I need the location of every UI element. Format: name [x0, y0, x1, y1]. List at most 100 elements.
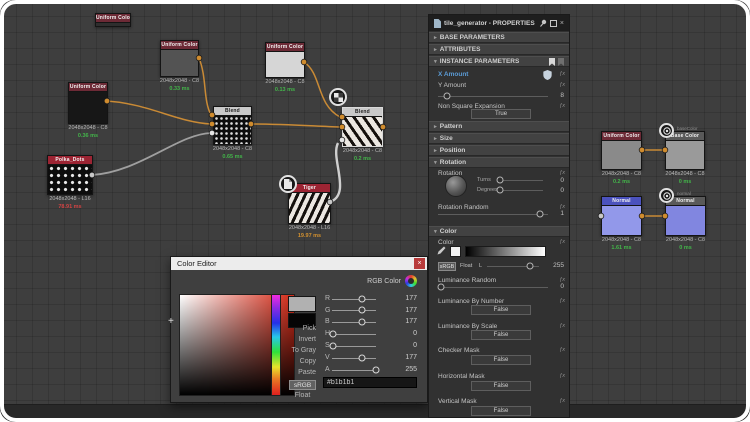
invert-button[interactable]: Invert	[271, 336, 316, 343]
wire	[251, 124, 340, 127]
node-blend-1[interactable]: Blend 2048x2048 - C8 0.65 ms	[213, 106, 252, 145]
color-swatch[interactable]	[450, 246, 461, 257]
rotation-random-slider[interactable]	[438, 214, 548, 215]
slider-track[interactable]	[332, 322, 376, 323]
rotation-degrees-knob[interactable]	[497, 187, 504, 194]
non-square-expansion-toggle[interactable]: True	[471, 109, 531, 119]
exposed-shield-icon[interactable]	[543, 70, 552, 80]
copy-button[interactable]: Copy	[271, 358, 316, 365]
node-title: Uniform Color	[69, 83, 107, 92]
paste-button[interactable]: Paste	[271, 369, 316, 376]
rotation-turns-knob[interactable]	[497, 177, 504, 184]
node-output-normal[interactable]: Normal 2048x2048 - C8 0 ms	[665, 196, 706, 236]
function-icon[interactable]: ƒx	[559, 239, 565, 245]
rotation-dial[interactable]	[445, 175, 467, 197]
node-output-base-color[interactable]: Base Color 2048x2048 - C8 0 ms	[665, 131, 705, 170]
param-x-amount[interactable]: X Amount	[438, 71, 468, 78]
color-gradient-bar[interactable]	[465, 246, 546, 257]
picker-cursor[interactable]: +	[168, 316, 174, 327]
rotation-turns-slider[interactable]	[499, 180, 543, 181]
luminance-by-number-toggle[interactable]: False	[471, 305, 531, 315]
srgb-toggle[interactable]: sRGB	[438, 262, 456, 271]
srgb-toggle[interactable]: sRGB	[289, 380, 316, 390]
pick-button[interactable]: Pick	[271, 325, 316, 332]
slider-track[interactable]	[332, 358, 376, 359]
luminance-knob[interactable]	[527, 263, 534, 270]
color-editor-dialog[interactable]: Color Editor × + Pick Invert To Gray Cop…	[170, 256, 428, 403]
section-pattern[interactable]: ▸ Pattern	[429, 121, 569, 132]
hue-strip[interactable]	[271, 294, 281, 396]
node-uniform-color-3[interactable]: Uniform Color 2048x2048 - C8 0.36 ms	[68, 82, 108, 124]
node-uniform-color-2[interactable]: Uniform Color 2048x2048 - C8 0.13 ms	[265, 42, 305, 78]
luminance-random-knob[interactable]	[438, 284, 445, 291]
slider-track[interactable]	[332, 299, 376, 300]
function-icon[interactable]: ƒx	[559, 323, 565, 329]
float-window-icon[interactable]	[550, 20, 557, 27]
color-mode-icon[interactable]	[405, 275, 417, 287]
view-3d-badge[interactable]	[279, 175, 297, 193]
float-toggle[interactable]: Float	[289, 392, 316, 399]
vertical-mask-toggle[interactable]: False	[471, 406, 531, 416]
section-instance-parameters[interactable]: ▾ INSTANCE PARAMETERS	[429, 56, 569, 67]
function-icon[interactable]: ƒx	[559, 373, 565, 379]
y-amount-knob[interactable]	[444, 93, 451, 100]
hex-color-input[interactable]	[323, 377, 417, 388]
section-position[interactable]: ▸ Position	[429, 145, 569, 156]
bookmark-icon[interactable]	[549, 58, 555, 66]
eyedropper-icon[interactable]	[436, 246, 446, 256]
output-usage-badge[interactable]	[659, 123, 674, 138]
node-graph-canvas[interactable]: Uniform Color Uniform Color 2048x2048 - …	[0, 0, 750, 422]
color-mode-label[interactable]: RGB Color	[321, 278, 401, 285]
close-icon[interactable]: ×	[560, 20, 564, 27]
slider-track[interactable]	[332, 334, 376, 335]
y-amount-slider[interactable]	[438, 96, 548, 97]
function-icon[interactable]: ƒx	[559, 347, 565, 353]
slider-track[interactable]	[332, 346, 376, 347]
slider-track[interactable]	[332, 370, 376, 371]
slider-knob[interactable]	[373, 367, 380, 374]
node-blend-2[interactable]: Blend 2048x2048 - C8 0.2 ms	[342, 107, 383, 147]
slider-track[interactable]	[332, 310, 376, 311]
section-attributes[interactable]: ▸ ATTRIBUTES	[429, 44, 569, 55]
slider-knob[interactable]	[330, 331, 337, 338]
section-rotation[interactable]: ▾ Rotation	[429, 157, 569, 168]
float-toggle[interactable]: Float	[460, 263, 472, 269]
function-icon[interactable]: ƒx	[559, 103, 565, 109]
pin-icon[interactable]	[539, 19, 547, 27]
node-uniform-color-partial[interactable]: Uniform Color	[95, 13, 131, 27]
output-usage-badge[interactable]	[659, 188, 674, 203]
luminance-by-scale-toggle[interactable]: False	[471, 330, 531, 340]
node-title: Uniform Color	[96, 14, 130, 23]
function-icon[interactable]: ƒx	[559, 298, 565, 304]
slider-knob[interactable]	[359, 319, 366, 326]
to-gray-button[interactable]: To Gray	[271, 347, 316, 354]
view-2d-badge[interactable]	[329, 88, 347, 106]
bookmark-icon[interactable]	[558, 58, 564, 66]
function-icon[interactable]: ƒx	[559, 71, 565, 77]
function-icon[interactable]: ƒx	[559, 82, 565, 88]
horizontal-mask-toggle[interactable]: False	[471, 381, 531, 391]
slider-knob[interactable]	[359, 355, 366, 362]
properties-panel[interactable]: tile_generator - PROPERTIES × ▸ BASE PAR…	[428, 14, 570, 418]
color-editor-titlebar[interactable]: Color Editor ×	[171, 257, 427, 270]
section-label: Pattern	[440, 123, 462, 130]
function-icon[interactable]: ƒx	[559, 170, 565, 176]
slider-knob[interactable]	[330, 343, 337, 350]
node-normal-1[interactable]: Normal 2048x2048 - C8 1.61 ms	[601, 196, 642, 236]
checker-mask-toggle[interactable]: False	[471, 355, 531, 365]
slider-knob[interactable]	[359, 296, 366, 303]
node-uniform-color-1[interactable]: Uniform Color 2048x2048 - C8 0.33 ms	[160, 40, 199, 77]
function-icon[interactable]: ƒx	[559, 398, 565, 404]
rotation-random-knob[interactable]	[537, 211, 544, 218]
section-size[interactable]: ▸ Size	[429, 133, 569, 144]
section-base-parameters[interactable]: ▸ BASE PARAMETERS	[429, 32, 569, 43]
luminance-random-slider[interactable]	[438, 287, 548, 288]
slider-knob[interactable]	[359, 307, 366, 314]
rotation-degrees-slider[interactable]	[499, 190, 543, 191]
close-button[interactable]: ×	[414, 258, 425, 269]
node-uniform-color-4[interactable]: Uniform Color 2048x2048 - C8 0.2 ms	[601, 131, 642, 170]
section-color[interactable]: ▾ Color	[429, 226, 569, 237]
node-title: Normal	[602, 197, 641, 206]
node-polka-dots[interactable]: Polka_Dots 2048x2048 - L16 78.91 ms	[47, 155, 93, 195]
properties-titlebar[interactable]: tile_generator - PROPERTIES ×	[429, 15, 569, 31]
